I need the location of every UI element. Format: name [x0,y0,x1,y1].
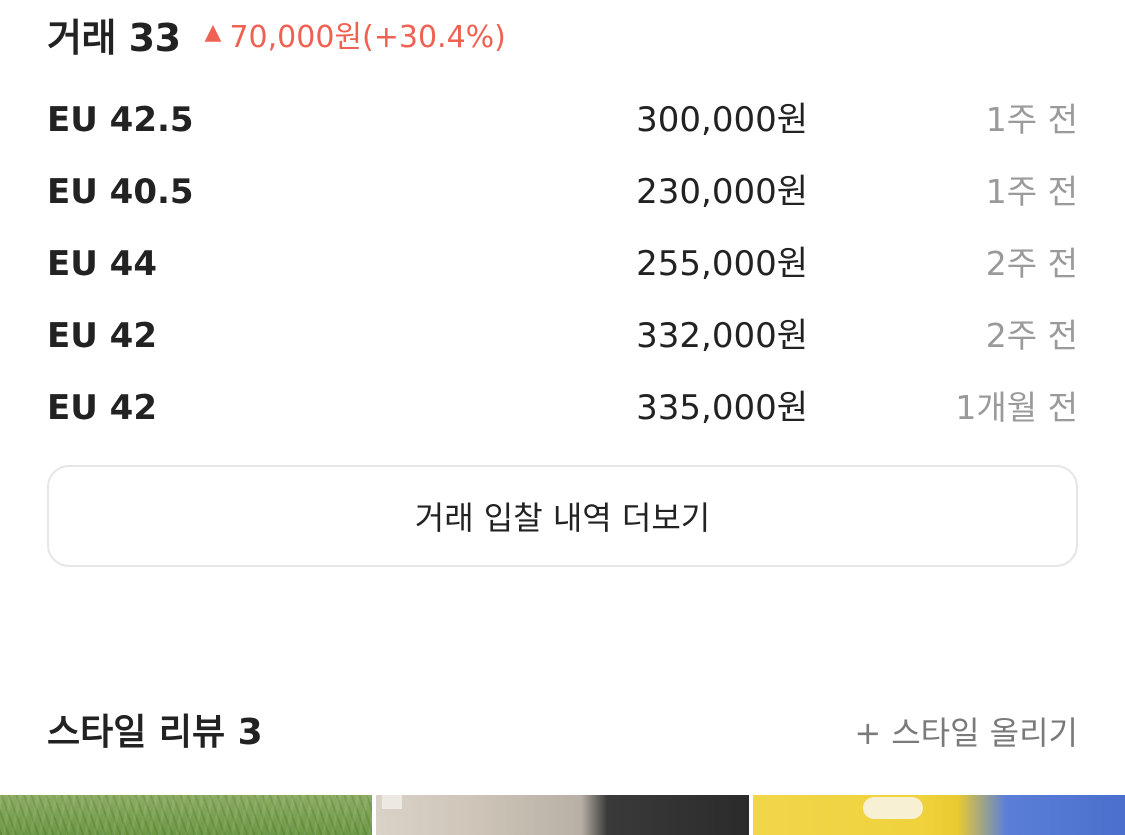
trade-size: EU 44 [47,244,157,284]
trade-price: 255,000원 [636,244,808,284]
trade-price: 230,000원 [636,172,808,212]
plus-icon: + [854,714,882,752]
style-review-title: 스타일 리뷰 3 [47,712,263,753]
trade-header: 거래 33 ▲ 70,000원(+30.4%) [47,8,506,60]
trade-size: EU 40.5 [47,172,194,212]
trade-size: EU 42 [47,388,157,428]
upload-style-label: 스타일 올리기 [891,714,1078,752]
trade-row: EU 40.5 230,000원 1주 전 [47,156,1078,228]
style-review-header: 스타일 리뷰 3 + 스타일 올리기 [47,700,1078,766]
style-thumbnail[interactable] [752,795,1125,835]
more-trades-button[interactable]: 거래 입찰 내역 더보기 [47,465,1078,567]
trade-size: EU 42 [47,316,157,356]
trade-list: EU 42.5 300,000원 1주 전 EU 40.5 230,000원 1… [47,84,1078,444]
trade-row: EU 42 332,000원 2주 전 [47,300,1078,372]
trade-date: 2주 전 [985,316,1078,355]
trade-price: 300,000원 [636,100,808,140]
trade-date: 1주 전 [985,100,1078,139]
trade-row: EU 42.5 300,000원 1주 전 [47,84,1078,156]
trade-size: EU 42.5 [47,100,194,140]
triangle-up-icon: ▲ [204,19,222,45]
price-change-text: 70,000원(+30.4%) [229,20,506,55]
trade-price: 335,000원 [636,388,808,428]
price-change: ▲ 70,000원(+30.4%) [205,12,506,56]
style-review-thumbnails [0,795,1125,835]
trade-row: EU 42 335,000원 1개월 전 [47,372,1078,444]
style-thumbnail[interactable] [0,795,373,835]
trade-price: 332,000원 [636,316,808,356]
trade-date: 1주 전 [985,172,1078,211]
trade-count-title: 거래 33 [47,15,181,60]
upload-style-button[interactable]: + 스타일 올리기 [854,700,1078,766]
style-thumbnail[interactable] [376,795,749,835]
trade-row: EU 44 255,000원 2주 전 [47,228,1078,300]
trade-date: 1개월 전 [955,388,1078,427]
trade-date: 2주 전 [985,244,1078,283]
